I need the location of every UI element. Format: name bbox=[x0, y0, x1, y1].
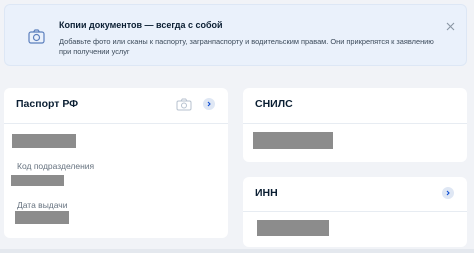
divider bbox=[243, 123, 467, 124]
issue-date-label: Дата выдачи bbox=[17, 200, 68, 210]
banner-title: Копии документов — всегда с собой bbox=[59, 20, 223, 30]
passport-open-button[interactable] bbox=[203, 98, 215, 110]
chevron-right-icon bbox=[446, 190, 450, 196]
snils-number-redacted bbox=[253, 132, 333, 149]
documents-copies-banner: Копии документов — всегда с собой Добавь… bbox=[4, 4, 467, 66]
issue-date-redacted bbox=[15, 211, 69, 224]
inn-number-redacted bbox=[257, 220, 329, 236]
close-icon[interactable] bbox=[445, 21, 456, 32]
inn-title: ИНН bbox=[255, 187, 278, 199]
camera-icon bbox=[28, 29, 45, 44]
inn-open-button[interactable] bbox=[442, 187, 454, 199]
chevron-right-icon bbox=[207, 101, 211, 107]
subdivision-code-redacted bbox=[11, 175, 64, 186]
inn-card[interactable]: ИНН bbox=[243, 177, 467, 247]
subdivision-code-label: Код подразделения bbox=[17, 161, 95, 171]
passport-title: Паспорт РФ bbox=[16, 98, 79, 110]
divider bbox=[4, 123, 228, 124]
banner-text: Добавьте фото или сканы к паспорту, загр… bbox=[59, 37, 434, 56]
passport-number-redacted bbox=[12, 134, 76, 148]
snils-card[interactable]: СНИЛС bbox=[243, 88, 467, 162]
snils-title: СНИЛС bbox=[255, 98, 293, 110]
camera-icon[interactable] bbox=[176, 98, 192, 111]
divider bbox=[243, 211, 467, 212]
bottom-strip bbox=[0, 249, 474, 253]
passport-card[interactable]: Паспорт РФ Код подразделения Дата выдачи bbox=[4, 88, 228, 238]
